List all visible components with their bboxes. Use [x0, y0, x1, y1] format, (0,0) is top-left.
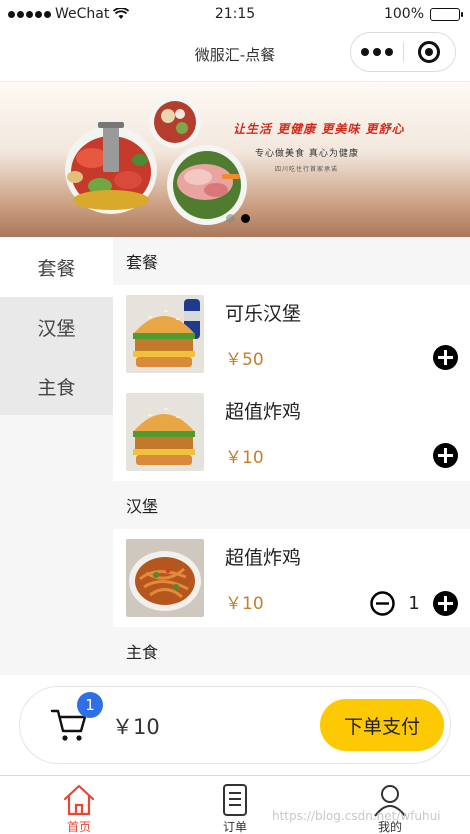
quantity-value: 1 — [408, 593, 420, 614]
miniprogram-capsule — [350, 32, 456, 72]
dish-name: 超值炸鸡 — [225, 401, 302, 423]
dish-item: 可乐汉堡 ￥50 — [113, 285, 470, 383]
battery-status: 100% — [383, 6, 463, 22]
dish-item: 超值炸鸡 ￥10 — [113, 383, 470, 481]
category-sidebar: 套餐 汉堡 主食 — [0, 237, 113, 675]
banner-dot-active[interactable] — [241, 214, 250, 223]
category-header-staple: 主食 — [113, 627, 470, 675]
banner-indicator — [226, 214, 250, 223]
dish-image-fried-noodles — [126, 539, 204, 617]
battery-percent: 100% — [383, 6, 424, 22]
sidebar-item-burger[interactable]: 汉堡 — [0, 297, 113, 357]
banner-dot[interactable] — [226, 214, 235, 223]
dish-name: 超值炸鸡 — [225, 547, 302, 569]
category-header-combo: 套餐 — [113, 237, 470, 285]
add-icon[interactable] — [433, 345, 458, 370]
banner-subslogan: 专心做美食 真心为健康 — [255, 149, 359, 159]
category-header-burger: 汉堡 — [113, 481, 470, 529]
add-icon[interactable] — [433, 591, 458, 616]
sidebar-item-combo[interactable]: 套餐 — [0, 237, 113, 297]
tab-home[interactable]: 首页 — [39, 782, 119, 834]
more-icon[interactable] — [351, 48, 403, 56]
dish-price: ￥50 — [225, 350, 264, 370]
dish-name: 可乐汉堡 — [225, 303, 302, 325]
minus-icon[interactable] — [370, 591, 395, 616]
sidebar-item-staple[interactable]: 主食 — [0, 357, 113, 415]
tab-label: 首页 — [66, 820, 91, 834]
tab-orders[interactable]: 订单 — [195, 782, 275, 834]
battery-icon — [430, 7, 463, 21]
banner-tagline: 四川吃住行首家承诺 — [275, 166, 339, 173]
order-icon — [223, 784, 247, 816]
watermark: https://blog.csdn.net/wfuhui — [272, 809, 441, 823]
dish-price: ￥10 — [225, 594, 264, 614]
cart-total: ￥10 — [112, 715, 160, 739]
checkout-button[interactable]: 下单支付 — [320, 699, 444, 751]
tab-bar: 首页 订单 我的 — [0, 775, 470, 834]
status-bar: WeChat 21:15 100% — [0, 0, 470, 30]
tab-label: 订单 — [222, 820, 247, 834]
add-icon[interactable] — [433, 443, 458, 468]
banner-slogan: 让生活 更健康 更美味 更舒心 — [233, 122, 405, 136]
dish-image-burger-with-cola — [126, 295, 204, 373]
close-miniprogram-icon[interactable] — [403, 41, 455, 63]
navigation-bar: 微服汇-点餐 — [0, 30, 470, 82]
dish-item: 超值炸鸡 ￥10 1 — [113, 529, 470, 627]
cart-bar: 1 ￥10 下单支付 — [19, 686, 451, 764]
cart-count-badge: 1 — [77, 692, 103, 718]
dish-list[interactable]: 套餐 可乐汉堡 ￥50 超值炸鸡 ￥10 汉堡 超值炸鸡 ￥10 1 主食 — [113, 237, 470, 675]
dish-price: ￥10 — [225, 448, 264, 468]
home-icon — [63, 784, 95, 816]
quantity-stepper: 1 — [370, 591, 458, 616]
tab-profile[interactable]: 我的 — [350, 782, 430, 834]
dish-image-burger — [126, 393, 204, 471]
